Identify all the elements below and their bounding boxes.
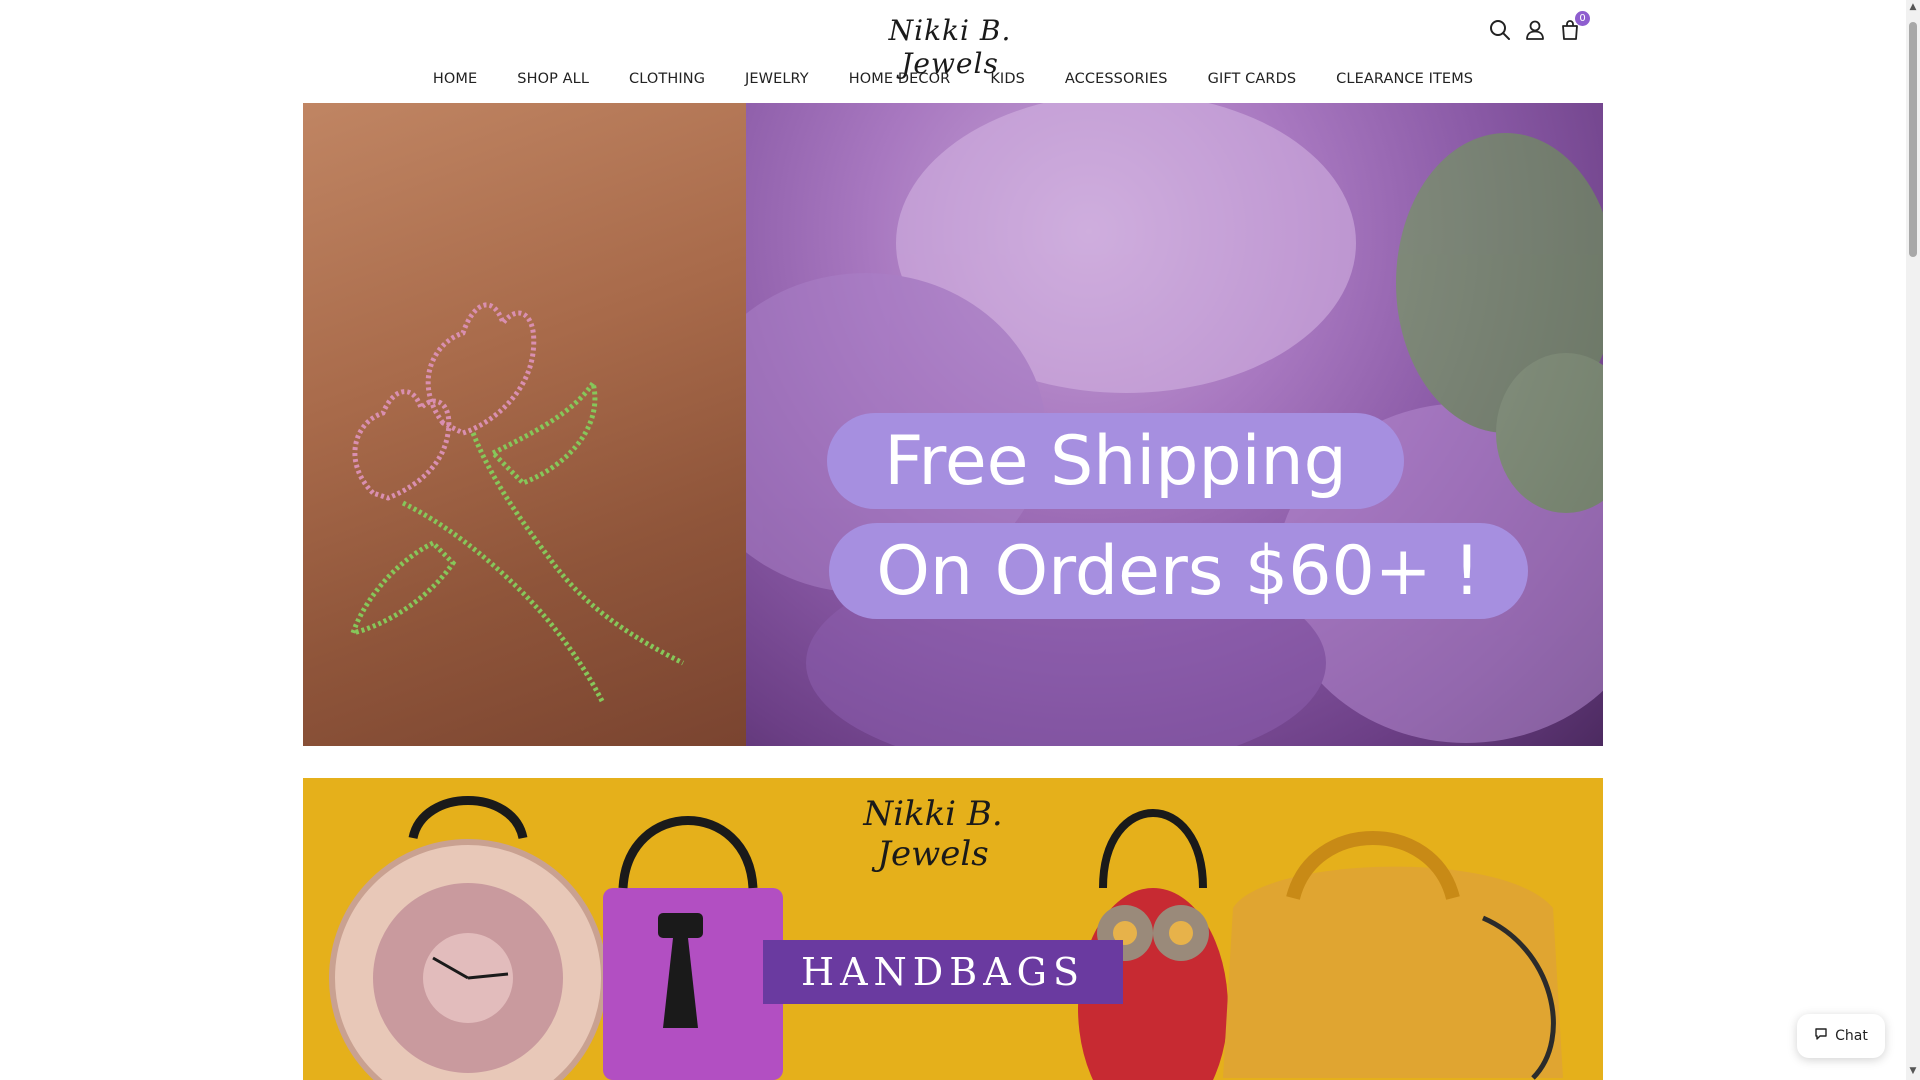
search-icon[interactable]	[1488, 18, 1512, 42]
scroll-up-arrow-icon[interactable]: ▲	[1909, 2, 1917, 12]
hero-jewelry-image	[303, 103, 746, 746]
main-nav: HOME SHOP ALL CLOTHING JEWELRY HOME DECO…	[0, 68, 1906, 87]
nav-item-jewelry[interactable]: JEWELRY	[725, 71, 829, 87]
hero-headline-line1: Free Shipping	[827, 413, 1404, 509]
hero-headline-line2: On Orders $60+ !	[829, 523, 1528, 619]
nav-item-shop-all[interactable]: SHOP ALL	[497, 71, 609, 87]
nav-item-gift-cards[interactable]: GIFT CARDS	[1188, 71, 1317, 87]
nav-item-clothing[interactable]: CLOTHING	[609, 71, 725, 87]
cart-icon[interactable]: 0	[1558, 11, 1590, 42]
chat-bubble-icon	[1814, 1027, 1828, 1045]
chat-label: Chat	[1835, 1028, 1868, 1044]
header-icons: 0	[1488, 11, 1590, 42]
nav-item-accessories[interactable]: ACCESSORIES	[1045, 71, 1188, 87]
site-logo[interactable]: Nikki B. Jewels	[880, 8, 1020, 80]
scroll-thumb[interactable]	[1909, 22, 1917, 257]
hero-banner[interactable]: Free Shipping On Orders $60+ !	[303, 103, 1603, 746]
cart-count-badge: 0	[1575, 11, 1590, 26]
nav-item-home-decor[interactable]: HOME DECOR	[829, 71, 971, 87]
nav-item-home[interactable]: HOME	[413, 71, 497, 87]
handbags-title: HANDBAGS	[763, 940, 1123, 1004]
hero-flower-image: Free Shipping On Orders $60+ !	[746, 103, 1603, 746]
chat-button[interactable]: Chat	[1797, 1014, 1885, 1058]
nav-item-clearance-items[interactable]: CLEARANCE ITEMS	[1316, 71, 1493, 87]
banner-logo: Nikki B. Jewels	[863, 794, 1003, 874]
user-icon[interactable]	[1523, 18, 1547, 42]
handbags-banner[interactable]: Nikki B. Jewels HANDBAGS	[303, 778, 1603, 1080]
page-scrollbar[interactable]: ▲ ▼	[1906, 0, 1920, 1080]
scroll-down-arrow-icon[interactable]: ▼	[1909, 1066, 1917, 1076]
site-header: Nikki B. Jewels 0 HOME SHOP ALL CLOTHING…	[0, 0, 1906, 102]
nav-item-kids[interactable]: KIDS	[970, 71, 1045, 87]
